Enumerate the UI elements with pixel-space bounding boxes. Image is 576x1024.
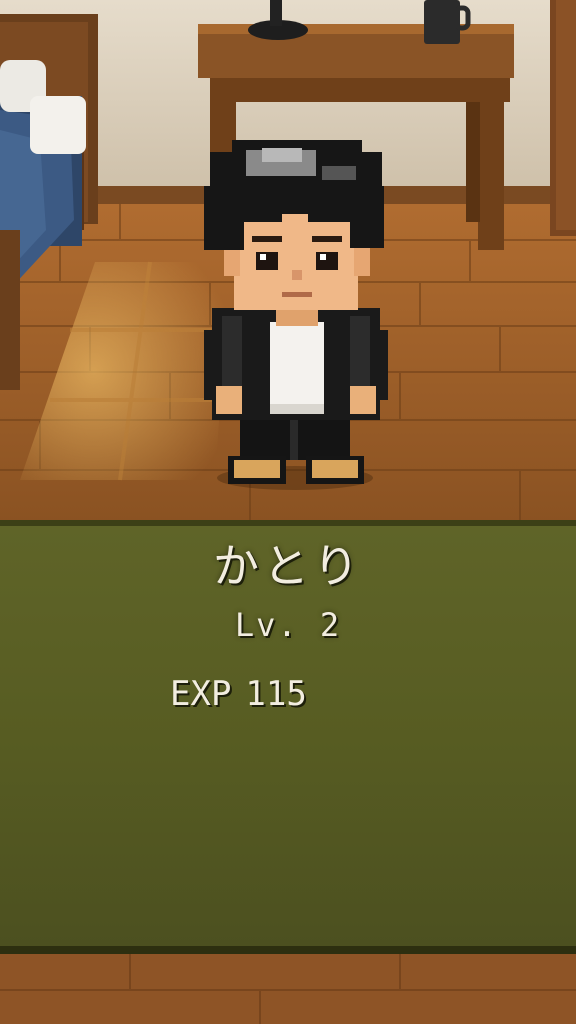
exp-value: 115 <box>245 674 307 714</box>
cabinet-edge <box>550 0 576 236</box>
game-screen: かとり Lv. 2 EXP 115 <box>0 0 576 1024</box>
status-panel-bottom-border <box>0 946 576 954</box>
exp-label: EXP <box>170 674 232 714</box>
bedroom-scene <box>0 0 576 1024</box>
exp-display: EXP 115 <box>170 674 307 714</box>
character-name: かとり <box>213 539 363 593</box>
character-level: Lv. 2 <box>234 606 342 644</box>
